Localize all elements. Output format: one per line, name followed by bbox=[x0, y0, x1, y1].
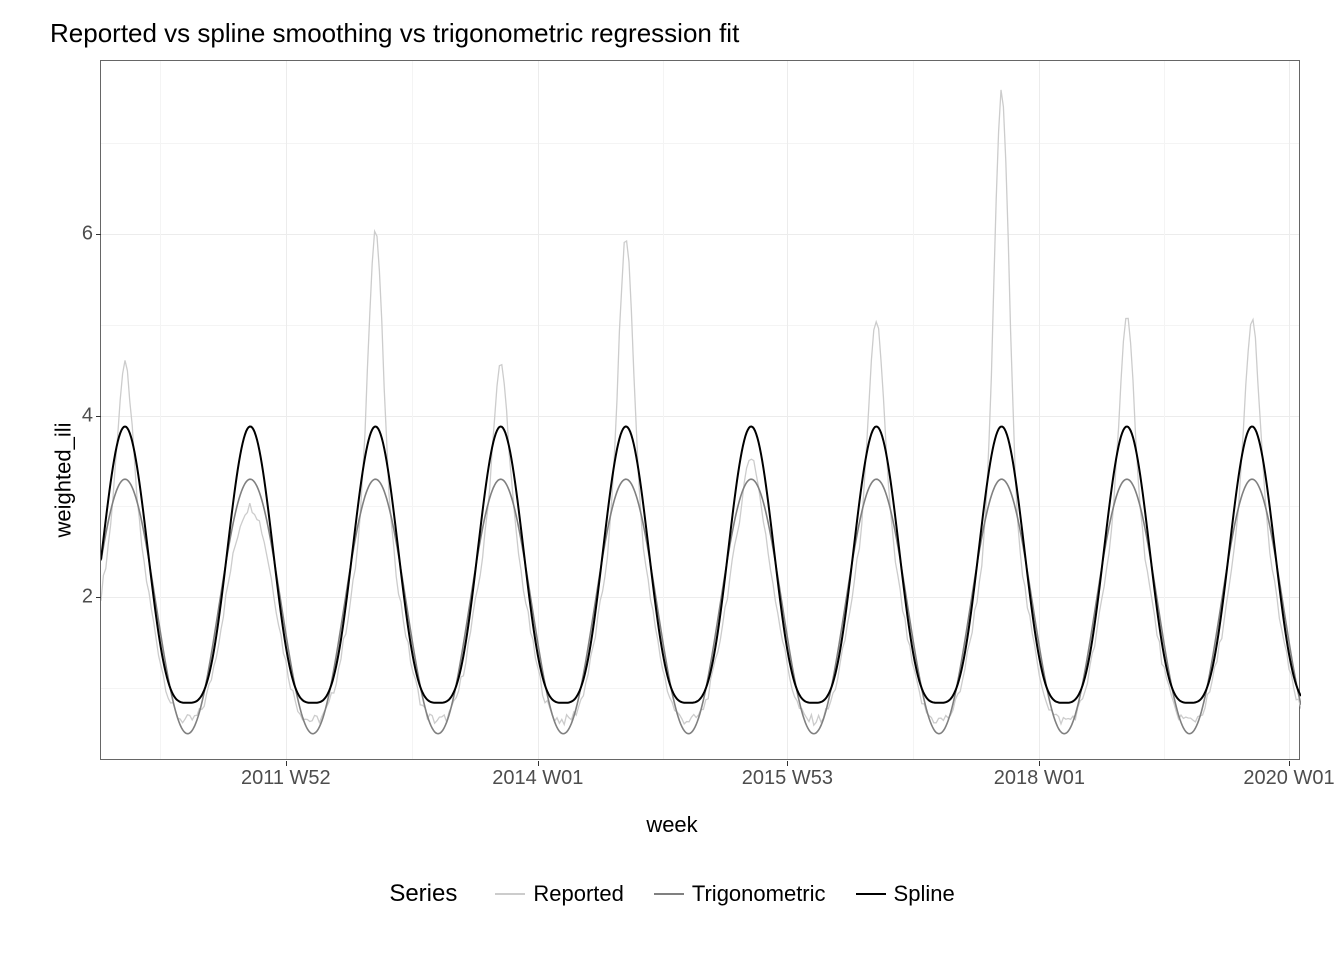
legend-item-spline: Spline bbox=[856, 881, 955, 907]
legend-label: Trigonometric bbox=[692, 881, 826, 907]
legend-swatch-trigonometric bbox=[654, 893, 684, 895]
legend-swatch-spline bbox=[856, 893, 886, 895]
legend-item-reported: Reported bbox=[495, 881, 624, 907]
legend-title: Series bbox=[389, 880, 457, 908]
legend-label: Spline bbox=[894, 881, 955, 907]
plot-area bbox=[101, 61, 1301, 761]
legend: Series Reported Trigonometric Spline bbox=[0, 880, 1344, 908]
legend-label: Reported bbox=[533, 881, 624, 907]
chart-title: Reported vs spline smoothing vs trigonom… bbox=[50, 18, 739, 49]
legend-item-trigonometric: Trigonometric bbox=[654, 881, 826, 907]
plot-panel: 246 2011 W522014 W012015 W532018 W012020… bbox=[100, 60, 1300, 760]
x-axis-label: week bbox=[0, 812, 1344, 838]
legend-swatch-reported bbox=[495, 893, 525, 895]
y-axis-label: weighted_ili bbox=[50, 423, 76, 538]
